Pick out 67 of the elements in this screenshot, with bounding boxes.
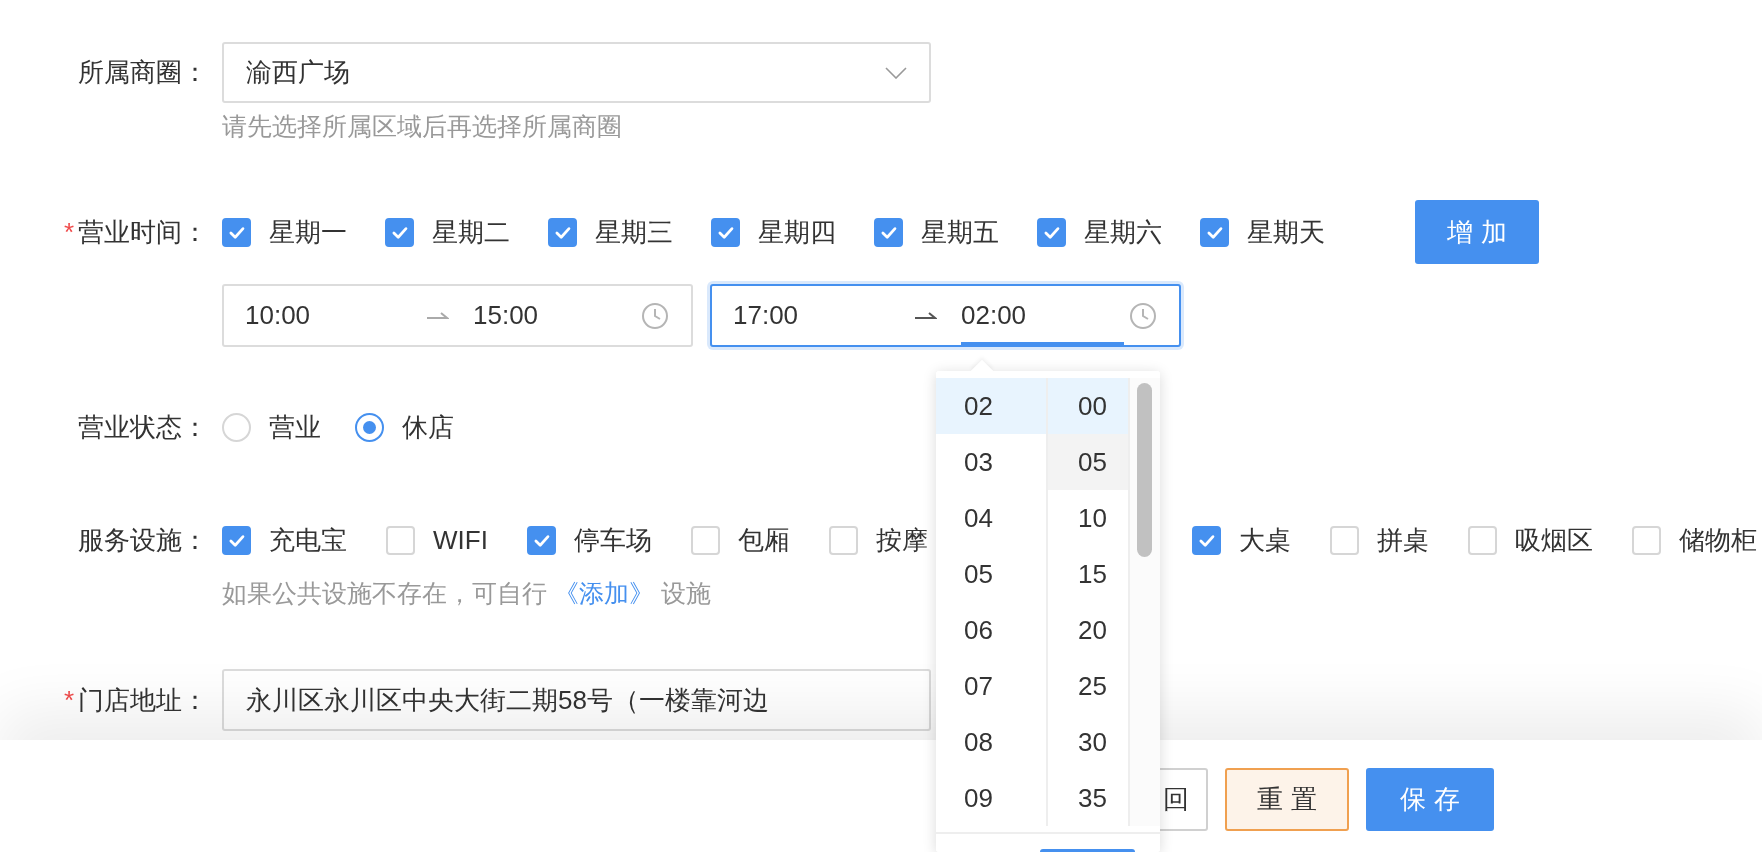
district-select[interactable]: 渝西广场: [222, 42, 931, 103]
radio-button[interactable]: [355, 412, 384, 442]
checkbox[interactable]: [222, 217, 251, 247]
address-field[interactable]: 永川区永川区中央大街二期58号（一楼靠河边: [222, 669, 931, 731]
hint-text: 请先选择所属区域后再选择所属商圈: [222, 111, 623, 141]
clock-icon: [641, 302, 669, 330]
checkbox[interactable]: [526, 525, 556, 555]
checkbox-label: 包厢: [737, 523, 790, 557]
checkbox[interactable]: [1191, 525, 1221, 555]
checkbox-label: 停车场: [573, 523, 652, 557]
minute-option[interactable]: 10: [1048, 490, 1128, 546]
checkbox-label: 按摩: [875, 523, 928, 557]
end-time[interactable]: 15:00: [473, 286, 636, 345]
radio-label: 营业: [269, 410, 321, 444]
checkbox-label: 星期四: [758, 215, 836, 249]
checkbox-label: WIFI: [433, 524, 488, 556]
field-label: 营业时间：: [78, 215, 208, 249]
checkbox-label: 拼桌: [1376, 523, 1429, 557]
hour-option[interactable]: 06: [936, 602, 1046, 658]
start-time[interactable]: 10:00: [245, 286, 409, 345]
checkbox-label: 星期天: [1247, 215, 1325, 249]
checkbox[interactable]: [548, 217, 577, 247]
clock-icon: [1129, 302, 1157, 330]
checkbox-label: 储物柜: [1678, 523, 1757, 557]
required-mark: *: [63, 684, 74, 716]
hour-option[interactable]: 09: [936, 770, 1046, 826]
field-label: 服务设施：: [78, 523, 208, 557]
checkbox[interactable]: [874, 217, 903, 247]
hour-option[interactable]: 08: [936, 714, 1046, 770]
minute-option[interactable]: 00: [1048, 378, 1128, 434]
checkbox-label: 吸烟区: [1514, 523, 1593, 557]
time-range-field[interactable]: 10:00 15:00: [222, 284, 693, 347]
hour-option[interactable]: 07: [936, 658, 1046, 714]
minute-option[interactable]: 25: [1048, 658, 1128, 714]
field-label: 所属商圈：: [78, 56, 208, 89]
hint-text: 如果公共设施不存在，可自行 《添加》 设施: [222, 578, 712, 608]
radio-label: 休店: [402, 410, 454, 444]
field-label: 门店地址：: [78, 683, 208, 717]
hour-option[interactable]: 03: [936, 434, 1046, 490]
minute-option[interactable]: 20: [1048, 602, 1128, 658]
checkbox-label: 星期六: [1084, 215, 1162, 249]
minute-option[interactable]: 15: [1048, 546, 1128, 602]
time-range-field[interactable]: 17:00 02:00: [710, 284, 1181, 347]
checkbox[interactable]: [1200, 217, 1229, 247]
checkbox-label: 星期一: [269, 215, 347, 249]
required-mark: *: [63, 216, 74, 248]
checkbox[interactable]: [711, 217, 740, 247]
start-time[interactable]: 17:00: [733, 286, 897, 345]
checkbox[interactable]: [385, 217, 414, 247]
hour-option[interactable]: 05: [936, 546, 1046, 602]
checkbox-label: 大桌: [1238, 523, 1291, 557]
end-time[interactable]: 02:00: [961, 286, 1124, 345]
hour-option[interactable]: 04: [936, 490, 1046, 546]
minute-option[interactable]: 05: [1048, 434, 1128, 490]
minute-option[interactable]: 30: [1048, 714, 1128, 770]
checkbox-label: 星期二: [432, 215, 510, 249]
hour-option[interactable]: 02: [936, 378, 1046, 434]
checkbox-label: 充电宝: [269, 523, 347, 557]
scrollbar-thumb[interactable]: [1137, 383, 1152, 557]
checkbox[interactable]: [222, 525, 251, 555]
chevron-down-icon: [885, 66, 907, 79]
checkbox[interactable]: [1037, 217, 1066, 247]
reset-button[interactable]: 重 置: [1225, 768, 1349, 831]
field-label: 营业状态：: [78, 410, 208, 444]
checkbox-label: 星期五: [921, 215, 999, 249]
minute-option[interactable]: 35: [1048, 770, 1128, 826]
checkbox-label: 星期三: [595, 215, 673, 249]
